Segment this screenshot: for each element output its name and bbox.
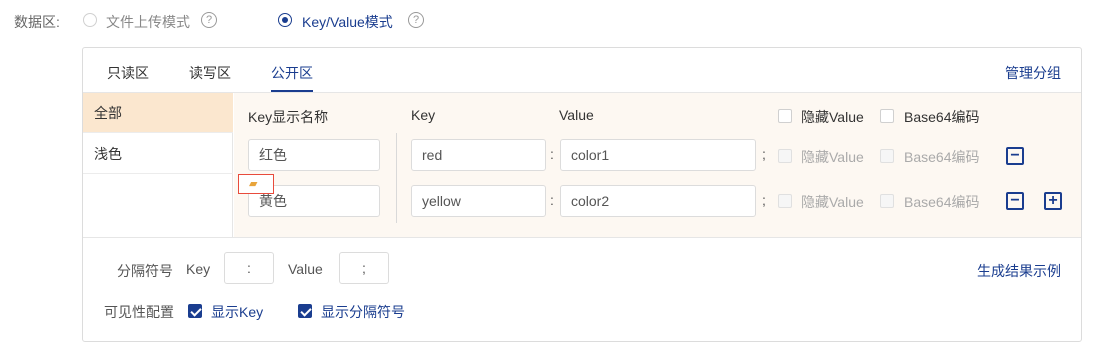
tab-readonly[interactable]: 只读区	[107, 63, 149, 83]
base64-label: Base64编码	[904, 149, 980, 165]
remove-row-icon[interactable]: −	[1006, 147, 1024, 165]
base64-checkbox[interactable]	[880, 194, 894, 208]
add-row-icon[interactable]: +	[1044, 192, 1062, 210]
kv-separator: :	[550, 146, 554, 162]
question-circle-icon[interactable]: ?	[408, 12, 424, 28]
separator-value-label: Value	[288, 261, 323, 277]
tab-public[interactable]: 公开区	[271, 63, 313, 83]
base64-header: Base64编码	[904, 109, 980, 125]
question-circle-icon[interactable]: ?	[201, 12, 217, 28]
hide-value-checkbox[interactable]	[778, 194, 792, 208]
hide-value-label: 隐藏Value	[801, 149, 864, 165]
value-input[interactable]: color2	[560, 185, 756, 217]
file-upload-mode-label[interactable]: 文件上传模式	[106, 12, 190, 32]
show-key-label[interactable]: 显示Key	[211, 302, 263, 322]
show-separator-checkbox[interactable]	[298, 304, 312, 318]
sidebar-item-all[interactable]: 全部	[83, 93, 233, 133]
kv-editor: Key显示名称 Key Value 隐藏Value Base64编码 红色 re…	[234, 93, 1081, 237]
show-separator-label[interactable]: 显示分隔符号	[321, 302, 405, 322]
kv-separator: :	[550, 192, 554, 208]
key-header: Key	[411, 107, 436, 123]
hide-value-header: 隐藏Value	[801, 109, 864, 125]
display-name-header: Key显示名称	[248, 109, 329, 125]
hide-value-all-checkbox[interactable]	[778, 109, 792, 123]
data-area-label: 数据区:	[14, 14, 60, 30]
base64-checkbox[interactable]	[880, 149, 894, 163]
show-key-checkbox[interactable]	[188, 304, 202, 318]
key-input[interactable]: yellow	[411, 185, 546, 217]
key-separator-input[interactable]: :	[224, 252, 274, 284]
visibility-label: 可见性配置	[104, 304, 174, 320]
separator-key-label: Key	[186, 261, 211, 277]
group-sidebar: 全部 浅色	[83, 93, 233, 237]
sidebar-item-light[interactable]: 浅色	[83, 134, 233, 174]
base64-all-checkbox[interactable]	[880, 109, 894, 123]
display-name-input[interactable]: 红色	[248, 139, 380, 171]
kv-mode-radio[interactable]	[278, 13, 292, 27]
row-separator: ;	[762, 192, 766, 208]
value-separator-input[interactable]: ;	[339, 252, 389, 284]
kv-config-panel: 只读区 读写区 公开区 管理分组 全部 浅色 Key显示名称 Key Value…	[82, 47, 1082, 342]
kv-divider	[83, 237, 1081, 238]
value-header: Value	[559, 107, 594, 123]
remove-row-icon[interactable]: −	[1006, 192, 1024, 210]
hide-value-label: 隐藏Value	[801, 194, 864, 210]
hide-value-checkbox[interactable]	[778, 149, 792, 163]
value-input[interactable]: color1	[560, 139, 756, 171]
key-input[interactable]: red	[411, 139, 546, 171]
base64-label: Base64编码	[904, 194, 980, 210]
manage-group-link[interactable]: 管理分组	[1005, 63, 1061, 83]
generate-example-link[interactable]: 生成结果示例	[977, 261, 1061, 281]
column-divider	[396, 133, 397, 223]
kv-mode-label[interactable]: Key/Value模式	[302, 12, 393, 32]
file-upload-mode-radio[interactable]	[83, 13, 97, 27]
tab-readwrite[interactable]: 读写区	[189, 63, 231, 83]
row-separator: ;	[762, 146, 766, 162]
separator-label: 分隔符号	[117, 263, 173, 279]
folder-icon[interactable]: ▰	[238, 174, 274, 194]
